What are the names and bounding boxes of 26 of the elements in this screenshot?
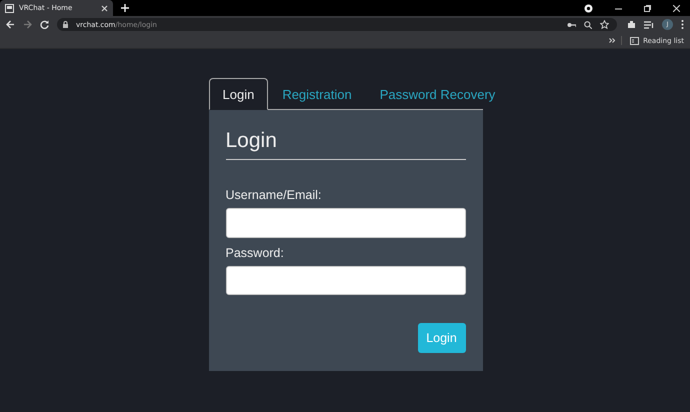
site-icon	[5, 4, 14, 12]
new-tab-icon[interactable]	[121, 4, 129, 12]
close-icon[interactable]	[101, 4, 108, 12]
playlist-icon[interactable]	[644, 20, 654, 28]
field-label: Username/Email:	[226, 188, 322, 202]
lock-icon	[63, 21, 68, 28]
forward-icon[interactable]	[23, 20, 32, 29]
reading-list-icon	[630, 36, 640, 44]
zoom-icon[interactable]	[584, 20, 592, 28]
record-icon[interactable]	[584, 4, 593, 12]
tab[interactable]: Registration	[268, 78, 366, 110]
puzzle-icon[interactable]	[627, 20, 636, 29]
input-field[interactable]	[226, 266, 466, 296]
chevron-icon[interactable]	[609, 38, 616, 43]
tab[interactable]: Password Recovery	[366, 78, 510, 110]
tab[interactable]: Login	[208, 78, 268, 110]
reload-icon[interactable]	[40, 20, 49, 29]
restore-icon[interactable]	[644, 4, 651, 12]
form-heading: Login	[226, 128, 278, 154]
field-label: Password:	[226, 246, 285, 260]
key-icon[interactable]	[567, 22, 576, 28]
close-icon[interactable]	[673, 4, 680, 12]
menu-icon[interactable]	[681, 20, 684, 29]
back-icon[interactable]	[6, 20, 15, 29]
star-icon[interactable]	[600, 20, 609, 29]
input-field[interactable]	[226, 208, 466, 238]
